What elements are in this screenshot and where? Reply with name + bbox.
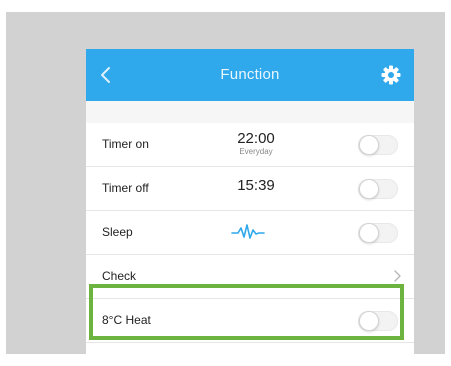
sleep-label: Sleep [102,225,133,239]
header-spacer [86,101,414,123]
timer-off-time-block[interactable]: 15:39 [216,167,296,210]
timer-off-time: 15:39 [237,177,275,194]
timer-off-row[interactable]: Timer off 15:39 [86,167,414,211]
app-bar: Function [86,49,414,101]
timer-off-label: Timer off [102,181,149,195]
heat-8c-row[interactable]: 8°C Heat [86,299,414,343]
heat-8c-label: 8°C Heat [102,313,151,327]
timer-off-toggle[interactable] [358,179,398,199]
gear-icon[interactable] [380,64,402,86]
function-list: Timer on 22:00 Everyday Timer off 15:39 [86,123,414,343]
chevron-right-icon [392,269,402,283]
sleep-wave-icon [231,222,265,242]
toggle-knob [359,311,379,331]
toggle-knob [359,179,379,199]
heat-8c-toggle[interactable] [358,311,398,331]
timer-on-label: Timer on [102,137,149,151]
phone-screen: Function Timer on 22:00 Everyday Timer o… [86,49,414,366]
timer-on-time-block[interactable]: 22:00 Everyday [216,123,296,166]
page-title: Function [220,66,280,83]
check-row[interactable]: Check [86,255,414,299]
sleep-row[interactable]: Sleep [86,211,414,255]
toggle-knob [359,135,379,155]
timer-on-row[interactable]: Timer on 22:00 Everyday [86,123,414,167]
timer-on-repeat: Everyday [239,147,273,156]
sleep-toggle[interactable] [358,223,398,243]
timer-on-toggle[interactable] [358,135,398,155]
screenshot-frame: Function Timer on 22:00 Everyday Timer o… [6,12,445,366]
toggle-knob [359,223,379,243]
check-label: Check [102,269,137,283]
timer-on-time: 22:00 [237,130,275,147]
